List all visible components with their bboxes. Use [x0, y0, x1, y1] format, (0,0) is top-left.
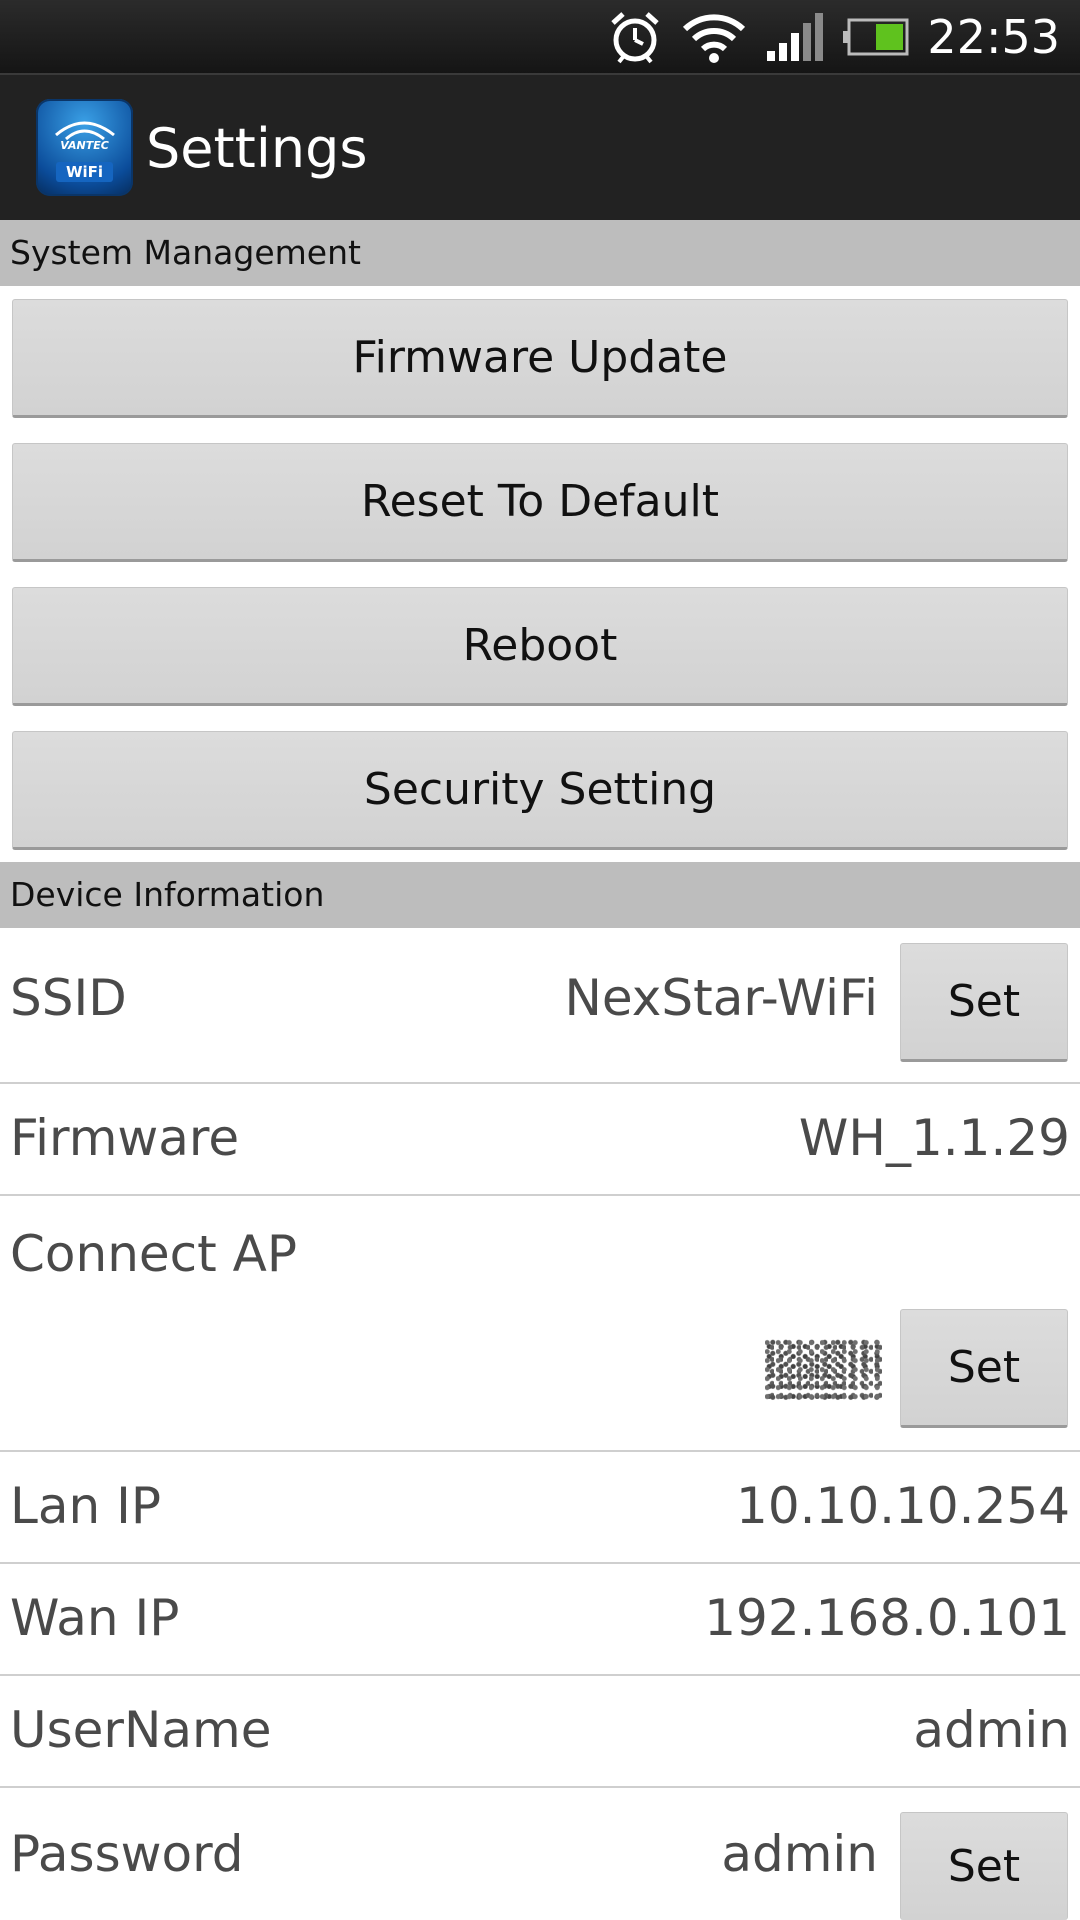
security-setting-button[interactable]: Security Setting	[12, 731, 1068, 850]
connect-ap-label: Connect AP	[10, 1225, 297, 1283]
username-label: UserName	[10, 1701, 272, 1759]
firmware-label: Firmware	[10, 1109, 240, 1167]
firmware-value: WH_1.1.29	[798, 1109, 1070, 1167]
firmware-row: Firmware WH_1.1.29	[0, 1084, 1080, 1196]
status-time: 22:53	[927, 9, 1060, 64]
password-value: admin	[721, 1825, 878, 1883]
battery-icon	[841, 17, 909, 57]
action-bar: VANTEC WiFi Settings	[0, 73, 1080, 220]
reboot-button[interactable]: Reboot	[12, 587, 1068, 706]
connect-ap-value-obscured	[765, 1339, 885, 1401]
status-icons: 22:53	[607, 0, 1080, 73]
username-row: UserName admin	[0, 1676, 1080, 1788]
app-logo-badge: WiFi	[56, 162, 113, 182]
ssid-label: SSID	[10, 969, 127, 1027]
wan-ip-label: Wan IP	[10, 1589, 180, 1647]
ssid-value: NexStar-WiFi	[564, 969, 878, 1027]
connect-ap-row: Connect AP Set	[0, 1196, 1080, 1452]
lan-ip-label: Lan IP	[10, 1477, 161, 1535]
app-logo-icon[interactable]: VANTEC WiFi	[36, 99, 133, 196]
username-value: admin	[913, 1701, 1070, 1759]
wan-ip-row: Wan IP 192.168.0.101	[0, 1564, 1080, 1676]
ssid-set-button[interactable]: Set	[900, 943, 1068, 1062]
cell-signal-icon	[765, 12, 824, 61]
password-set-button[interactable]: Set	[900, 1812, 1068, 1920]
page-title: Settings	[146, 117, 368, 180]
alarm-clock-icon	[607, 9, 663, 65]
password-row: Password admin Set	[0, 1788, 1080, 1920]
wan-ip-value: 192.168.0.101	[704, 1589, 1070, 1647]
lan-ip-row: Lan IP 10.10.10.254	[0, 1452, 1080, 1564]
section-header-system-management: System Management	[0, 220, 1080, 286]
app-logo-brand: VANTEC	[60, 139, 109, 152]
reset-to-default-button[interactable]: Reset To Default	[12, 443, 1068, 562]
wifi-icon	[681, 9, 747, 65]
status-bar: 22:53	[0, 0, 1080, 73]
section-header-device-information: Device Information	[0, 862, 1080, 928]
password-label: Password	[10, 1825, 244, 1883]
firmware-update-button[interactable]: Firmware Update	[12, 299, 1068, 418]
connect-ap-set-button[interactable]: Set	[900, 1309, 1068, 1428]
ssid-row: SSID NexStar-WiFi Set	[0, 928, 1080, 1084]
lan-ip-value: 10.10.10.254	[736, 1477, 1070, 1535]
